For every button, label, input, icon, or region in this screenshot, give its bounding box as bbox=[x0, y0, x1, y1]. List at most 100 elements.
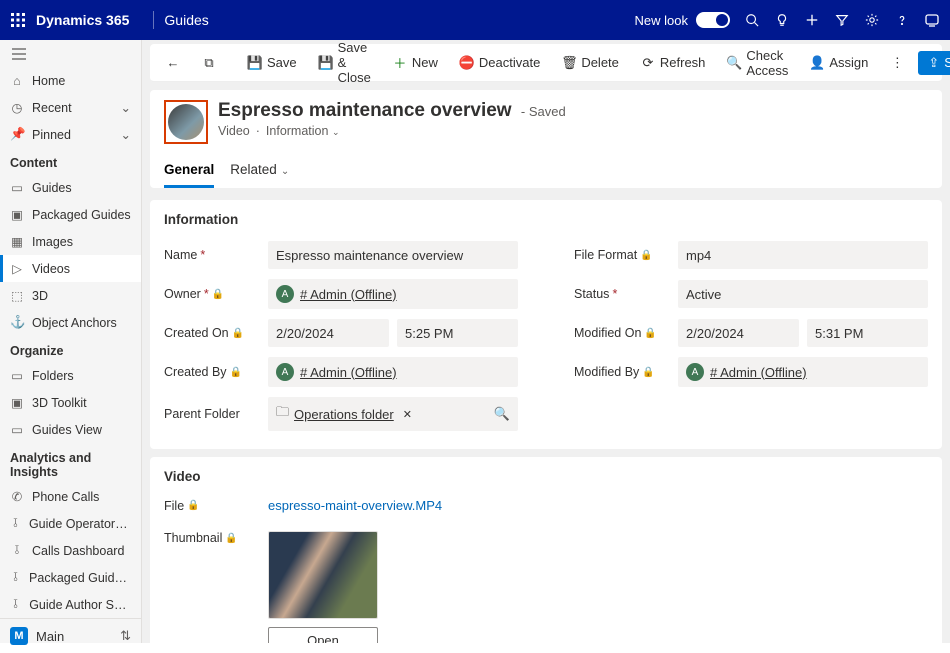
created-on-time: 5:25 PM bbox=[397, 319, 518, 347]
view-icon: ▭ bbox=[10, 422, 24, 437]
arrow-left-icon: ← bbox=[166, 56, 180, 70]
saved-indicator: - Saved bbox=[521, 104, 566, 119]
chevron-down-icon: ⌄ bbox=[121, 127, 131, 142]
record-image-highlight[interactable] bbox=[164, 100, 208, 144]
collapse-nav-button[interactable] bbox=[0, 40, 141, 68]
new-look-label: New look bbox=[635, 13, 688, 28]
required-icon: * bbox=[200, 248, 205, 262]
record-header: Espresso maintenance overview - Saved Vi… bbox=[150, 90, 942, 188]
nav-guide-operator-sessions[interactable]: ⫱Guide Operator Sessi... bbox=[0, 510, 141, 537]
nav-folders[interactable]: ▭Folders bbox=[0, 362, 141, 389]
save-close-button[interactable]: 💾Save & Close bbox=[311, 40, 379, 89]
nav-home[interactable]: ⌂Home bbox=[0, 68, 141, 94]
status-value[interactable]: Active bbox=[678, 280, 928, 308]
nav-phone-calls[interactable]: ✆Phone Calls bbox=[0, 483, 141, 510]
folder-icon: 🗀 bbox=[276, 403, 289, 425]
owner-lookup[interactable]: A# Admin (Offline) bbox=[268, 279, 518, 309]
refresh-icon: ⟳ bbox=[641, 56, 655, 70]
open-button[interactable]: Open bbox=[268, 627, 378, 643]
nav-guides[interactable]: ▭Guides bbox=[0, 174, 141, 201]
topbar-divider bbox=[153, 11, 154, 29]
main-area: ← ⧉ 💾Save 💾Save & Close ＋New ⛔Deactivate… bbox=[142, 40, 950, 643]
assistant-icon[interactable] bbox=[924, 12, 940, 28]
nav-object-anchors[interactable]: ⚓Object Anchors bbox=[0, 309, 141, 336]
help-icon[interactable] bbox=[894, 12, 910, 28]
toggle-icon bbox=[696, 12, 730, 28]
save-button[interactable]: 💾Save bbox=[240, 51, 305, 74]
brand-label: Dynamics 365 bbox=[36, 12, 129, 28]
field-modified-on: Modified On 🔒 2/20/2024 5:31 PM bbox=[574, 319, 928, 347]
nav-guide-author-sessions[interactable]: ⫱Guide Author Sessions bbox=[0, 591, 141, 618]
nav-pinned[interactable]: 📌Pinned⌄ bbox=[0, 121, 141, 148]
field-created-on: Created On 🔒 2/20/2024 5:25 PM bbox=[164, 319, 518, 347]
share-button[interactable]: ⇪Share▾ bbox=[918, 51, 950, 75]
open-new-window-button[interactable]: ⧉ bbox=[194, 52, 224, 74]
new-button[interactable]: ＋New bbox=[385, 51, 446, 74]
nav-packaged-guides[interactable]: ▣Packaged Guides bbox=[0, 201, 141, 228]
nav-videos[interactable]: ▷Videos bbox=[0, 255, 141, 282]
form-tabs: General Related⌄ bbox=[164, 154, 928, 188]
overflow-button[interactable]: ⋮ bbox=[882, 52, 912, 74]
nav-guides-view[interactable]: ▭Guides View bbox=[0, 416, 141, 443]
new-look-toggle[interactable]: New look bbox=[635, 12, 730, 28]
assign-button[interactable]: 👤Assign bbox=[802, 51, 876, 74]
form-selector[interactable]: Information ⌄ bbox=[266, 124, 340, 138]
field-file-format: File Format 🔒 mp4 bbox=[574, 241, 928, 269]
name-input[interactable]: Espresso maintenance overview bbox=[268, 241, 518, 269]
filter-icon[interactable] bbox=[834, 12, 850, 28]
lock-icon: 🔒 bbox=[232, 328, 244, 339]
more-vertical-icon: ⋮ bbox=[890, 56, 904, 70]
modified-by-value[interactable]: A# Admin (Offline) bbox=[678, 357, 928, 387]
nav-calls-dashboard[interactable]: ⫱Calls Dashboard bbox=[0, 537, 141, 564]
nav-packaged-guides-op[interactable]: ⫱Packaged Guides Op... bbox=[0, 564, 141, 591]
command-bar: ← ⧉ 💾Save 💾Save & Close ＋New ⛔Deactivate… bbox=[150, 44, 942, 82]
plus-icon: ＋ bbox=[393, 56, 407, 70]
tab-related[interactable]: Related⌄ bbox=[230, 154, 289, 188]
record-subtitle: Video · Information ⌄ bbox=[218, 124, 566, 138]
section-header: Video bbox=[164, 469, 928, 484]
chevron-down-icon: ⌄ bbox=[281, 166, 289, 177]
chart-icon: ⫱ bbox=[10, 516, 21, 531]
thumbnail-image bbox=[268, 531, 378, 619]
field-modified-by: Modified By 🔒 A# Admin (Offline) bbox=[574, 357, 928, 387]
lightbulb-icon[interactable] bbox=[774, 12, 790, 28]
search-icon[interactable] bbox=[744, 12, 760, 28]
modified-on-time: 5:31 PM bbox=[807, 319, 928, 347]
remove-icon[interactable]: ✕ bbox=[403, 408, 412, 421]
chevron-down-icon: ⌄ bbox=[332, 127, 340, 137]
field-status: Status * Active bbox=[574, 279, 928, 309]
nav-recent[interactable]: ◷Recent⌄ bbox=[0, 94, 141, 121]
gear-icon[interactable] bbox=[864, 12, 880, 28]
anchor-icon: ⚓ bbox=[10, 315, 24, 330]
chart-icon: ⫱ bbox=[10, 597, 21, 612]
refresh-button[interactable]: ⟳Refresh bbox=[633, 51, 714, 74]
created-by-value[interactable]: A# Admin (Offline) bbox=[268, 357, 518, 387]
plus-icon[interactable] bbox=[804, 12, 820, 28]
deactivate-button[interactable]: ⛔Deactivate bbox=[452, 51, 548, 74]
user-avatar-icon: A bbox=[686, 363, 704, 381]
nav-3d[interactable]: ⬚3D bbox=[0, 282, 141, 309]
environment-switcher[interactable]: M Main ⇅ bbox=[0, 618, 141, 653]
app-launcher-icon[interactable] bbox=[10, 12, 26, 28]
env-badge-icon: M bbox=[10, 627, 28, 645]
nav-3d-toolkit[interactable]: ▣3D Toolkit bbox=[0, 389, 141, 416]
modified-on-date: 2/20/2024 bbox=[678, 319, 799, 347]
tab-general[interactable]: General bbox=[164, 154, 214, 188]
deactivate-icon: ⛔ bbox=[460, 56, 474, 70]
search-icon[interactable]: 🔍 bbox=[494, 406, 510, 422]
created-on-date: 2/20/2024 bbox=[268, 319, 389, 347]
page-title: Espresso maintenance overview - Saved bbox=[218, 100, 566, 122]
lock-icon: 🔒 bbox=[225, 533, 237, 544]
delete-button[interactable]: 🗑Delete bbox=[554, 51, 627, 74]
app-name: Guides bbox=[164, 12, 208, 28]
section-information: Information Name * Espresso maintenance … bbox=[150, 200, 942, 449]
nav-images[interactable]: ▦Images bbox=[0, 228, 141, 255]
parent-folder-lookup[interactable]: 🗀Operations folder✕ 🔍 bbox=[268, 397, 518, 431]
back-button[interactable]: ← bbox=[158, 52, 188, 74]
save-icon: 💾 bbox=[248, 56, 262, 70]
file-link[interactable]: espresso-maint-overview.MP4 bbox=[268, 498, 442, 513]
package-icon: ▣ bbox=[10, 207, 24, 222]
check-access-button[interactable]: 🔍Check Access bbox=[719, 44, 796, 82]
lock-icon: 🔒 bbox=[640, 250, 652, 261]
save-close-icon: 💾 bbox=[319, 56, 333, 70]
